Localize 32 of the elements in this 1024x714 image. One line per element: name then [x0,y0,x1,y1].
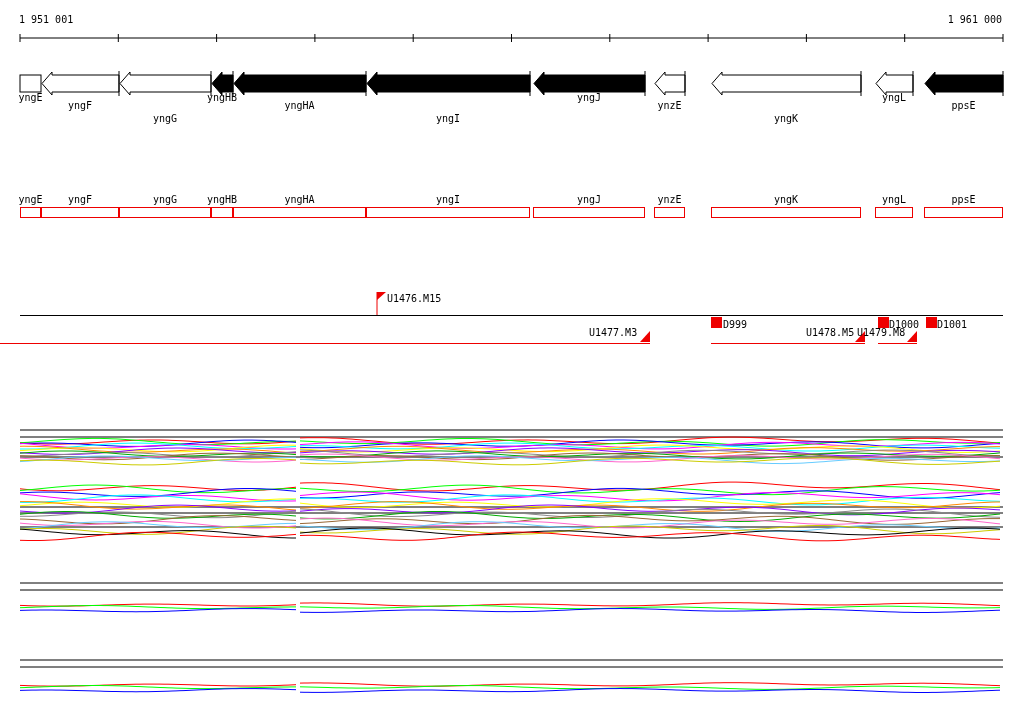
coordinate-label: 1 951 001 [19,14,74,25]
gene-label: yngHA [284,100,315,111]
gene-box [654,207,685,218]
gene-label: yngJ [576,92,602,103]
gene-label: yngG [152,113,178,124]
unit-label: U1479.M8 [857,327,906,338]
gene-label: yngI [435,113,461,124]
unit-label: U1476.M15 [387,293,442,304]
gene-label: yngE [18,194,43,205]
gene-label: yngI [435,194,461,205]
gene-label: yngL [881,194,907,205]
gene-label: yngF [67,100,93,111]
gene-label: ynzE [657,100,682,111]
gene-label: ppsE [951,194,976,205]
gene-label: yngK [773,194,799,205]
unit-label: U1477.M3 [589,327,638,338]
gene-label: ppsE [951,100,976,111]
gene-label: yngF [67,194,93,205]
gene-label: yngJ [576,194,602,205]
gene-label: yngHB [206,194,238,205]
gene-label: ynzE [657,194,682,205]
gene-label: yngK [773,113,799,124]
gene-label: yngE [18,92,43,103]
gene-label: yngL [881,92,907,103]
gene-label: yngHA [284,194,315,205]
gene-box [875,207,913,218]
unit-label: U1478.M5 [806,327,855,338]
unit-label: D999 [723,319,748,330]
coordinate-label: 1 961 000 [947,14,1002,25]
gene-label: yngG [152,194,178,205]
unit-label: D1001 [937,319,968,330]
gene-label: yngHB [206,92,238,103]
